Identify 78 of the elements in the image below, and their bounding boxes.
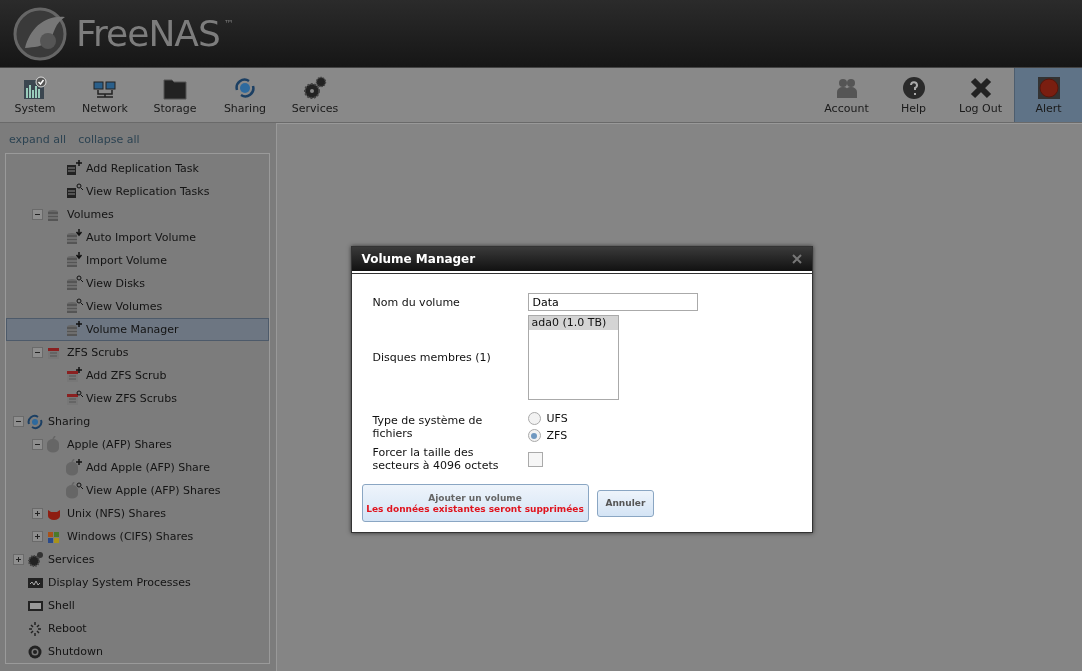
- disk-listbox[interactable]: ada0 (1.0 TB): [527, 315, 619, 400]
- radio-button[interactable]: [527, 429, 541, 442]
- input-field[interactable]: Data: [527, 293, 698, 311]
- disk-stack-arrow-icon: [65, 252, 83, 269]
- apple-magnifier-icon: [65, 482, 83, 499]
- toolbar-button[interactable]: Storage: [140, 68, 210, 122]
- tree-item[interactable]: View ZFS Scrubs: [6, 387, 269, 410]
- dialog-title: Volume Manager: [361, 252, 476, 266]
- gears-icon: [27, 551, 45, 568]
- collapse-toggle[interactable]: [13, 416, 24, 427]
- field-label: Nom du volume: [372, 295, 461, 309]
- trademark: ™: [223, 18, 234, 29]
- tree-item[interactable]: Auto Import Volume: [6, 226, 269, 249]
- tree-item[interactable]: Volume Manager: [6, 318, 269, 341]
- tree-item[interactable]: ZFS Scrubs: [6, 341, 269, 364]
- tree-item[interactable]: Import Volume: [6, 249, 269, 272]
- expand-toggle[interactable]: [13, 554, 24, 565]
- disk-stack-plus-icon: [65, 321, 83, 338]
- tree-item[interactable]: Services: [6, 548, 269, 571]
- expand-toggle[interactable]: [32, 508, 43, 519]
- tree-item[interactable]: Display System Processes: [6, 571, 269, 594]
- add-volume-button[interactable]: Ajouter un volume Les données existantes seront supprimées: [361, 484, 589, 522]
- field-label: Disques membres (1): [372, 351, 492, 364]
- tree-item[interactable]: Shutdown: [6, 640, 269, 663]
- tree-item[interactable]: View Replication Tasks: [6, 180, 269, 203]
- tree-item[interactable]: Sharing: [6, 410, 269, 433]
- tree-item[interactable]: Apple (AFP) Shares: [6, 433, 269, 456]
- tree-item[interactable]: Reboot: [6, 617, 269, 640]
- tree-item[interactable]: Volumes: [6, 203, 269, 226]
- toolbar-button[interactable]: Sharing: [210, 68, 280, 122]
- field-label: Forcer la taille des secteurs à 4096 octets: [372, 446, 500, 472]
- logo-text: FreeNAS: [76, 13, 220, 54]
- checkbox[interactable]: [527, 451, 543, 467]
- collapse-toggle[interactable]: [32, 347, 43, 358]
- sharing-icon: [233, 76, 257, 100]
- toolbar-button[interactable]: Log Out: [947, 68, 1014, 122]
- tree-item[interactable]: Shell: [6, 594, 269, 617]
- gears-icon: [303, 76, 327, 100]
- collapse-toggle[interactable]: [32, 209, 43, 220]
- apple-plus-icon: [65, 459, 83, 476]
- disk-stack-magnifier-icon: [65, 298, 83, 315]
- close-icon: [968, 76, 993, 100]
- tree-item[interactable]: View Disks: [6, 272, 269, 295]
- folder-icon: [163, 76, 187, 100]
- disk-stack-magnifier-icon: [65, 275, 83, 292]
- collapse-toggle[interactable]: [32, 439, 43, 450]
- expand-toggle[interactable]: [32, 531, 43, 542]
- document-magnifier-icon: [65, 183, 83, 200]
- toolbar-button[interactable]: Help: [880, 68, 947, 122]
- document-plus-icon: [65, 160, 83, 177]
- sharing-icon: [27, 413, 45, 430]
- tree-item[interactable]: View Volumes: [6, 295, 269, 318]
- disk-stack-arrow-icon: [65, 229, 83, 246]
- tree-item[interactable]: Windows (CIFS) Shares: [6, 525, 269, 548]
- tree-link[interactable]: collapse all: [78, 133, 140, 146]
- tree-item[interactable]: Add Replication Task: [6, 157, 269, 180]
- tree-item[interactable]: View Apple (AFP) Shares: [6, 479, 269, 502]
- help-icon: [901, 76, 926, 100]
- toolbar-button[interactable]: System: [0, 68, 70, 122]
- toolbar-button[interactable]: Account: [813, 68, 880, 122]
- toolbar-button[interactable]: Services: [280, 68, 350, 122]
- field-label: Type de système de fichiers: [372, 414, 484, 440]
- radio-label: ZFS: [546, 429, 568, 442]
- list-option[interactable]: ada0 (1.0 TB): [528, 316, 618, 330]
- warning-text: Les données existantes seront supprimées: [366, 503, 584, 514]
- cancel-button[interactable]: Annuler: [596, 489, 655, 517]
- radio-button[interactable]: [527, 412, 541, 425]
- alert-light-icon: [1036, 76, 1061, 100]
- tree-item[interactable]: Add ZFS Scrub: [6, 364, 269, 387]
- chart-icon: [23, 76, 47, 100]
- tree-link[interactable]: expand all: [9, 133, 67, 146]
- users-icon: [834, 76, 859, 100]
- tree-item[interactable]: Add Apple (AFP) Share: [6, 456, 269, 479]
- close-icon[interactable]: [791, 254, 802, 264]
- toolbar-button[interactable]: Network: [70, 68, 140, 122]
- toolbar-button[interactable]: Alert: [1014, 68, 1082, 122]
- radio-label: UFS: [546, 412, 568, 425]
- tree-item[interactable]: Unix (NFS) Shares: [6, 502, 269, 525]
